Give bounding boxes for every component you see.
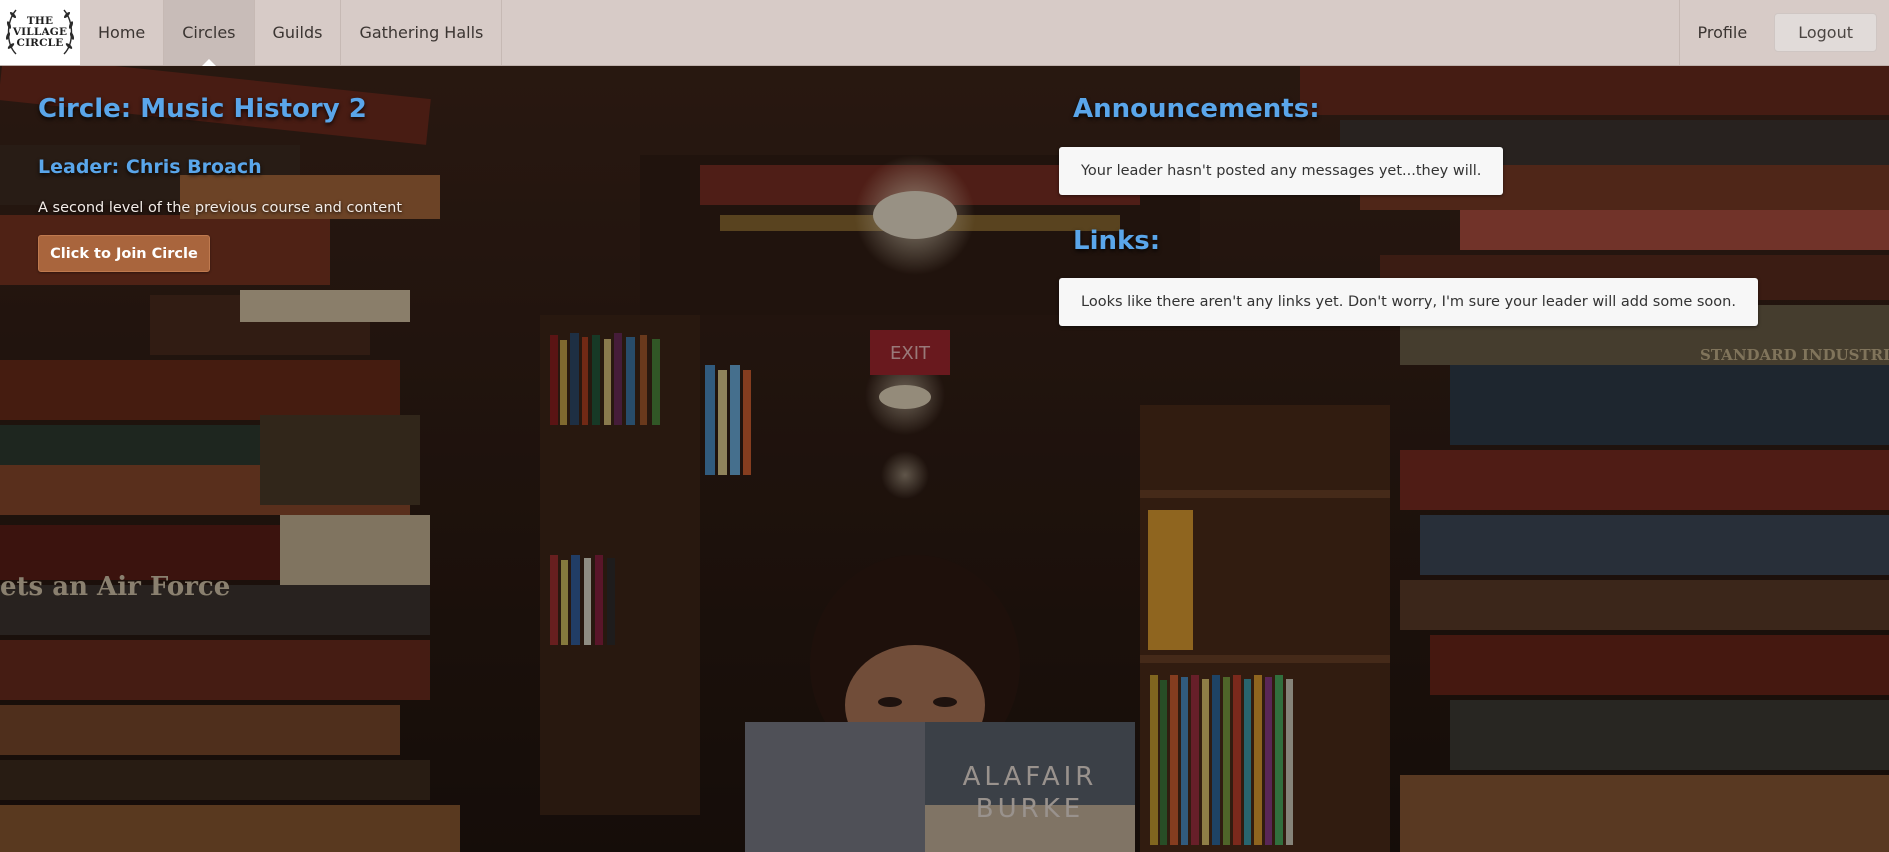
nav-circles[interactable]: Circles bbox=[164, 0, 255, 66]
nav-home[interactable]: Home bbox=[80, 0, 165, 65]
nav-gathering-halls[interactable]: Gathering Halls bbox=[341, 0, 503, 65]
nav-profile[interactable]: Profile bbox=[1679, 0, 1764, 65]
links-heading: Links: bbox=[1073, 226, 1161, 256]
background-photo: EXIT ets an Air Force STANDARD INDUSTRI … bbox=[0, 65, 1889, 852]
circle-description: A second level of the previous course an… bbox=[38, 200, 403, 216]
logout-button[interactable]: Logout bbox=[1774, 13, 1877, 52]
logo-text: THE VILLAGE CIRCLE bbox=[13, 16, 67, 49]
logo-line-3: CIRCLE bbox=[16, 37, 64, 49]
circle-title: Circle: Music History 2 bbox=[38, 94, 367, 124]
nav-guilds[interactable]: Guilds bbox=[255, 0, 342, 65]
top-navbar: THE VILLAGE CIRCLE Home Circles Guilds G… bbox=[0, 0, 1889, 66]
announcements-heading: Announcements: bbox=[1073, 94, 1320, 124]
links-message: Looks like there aren't any links yet. D… bbox=[1059, 278, 1758, 326]
circle-leader: Leader: Chris Broach bbox=[38, 156, 262, 178]
announcements-message: Your leader hasn't posted any messages y… bbox=[1059, 147, 1504, 195]
background-dim-overlay bbox=[0, 65, 1889, 852]
logout-wrap: Logout bbox=[1764, 0, 1889, 65]
site-logo[interactable]: THE VILLAGE CIRCLE bbox=[0, 0, 80, 65]
join-circle-button[interactable]: Click to Join Circle bbox=[38, 235, 210, 272]
